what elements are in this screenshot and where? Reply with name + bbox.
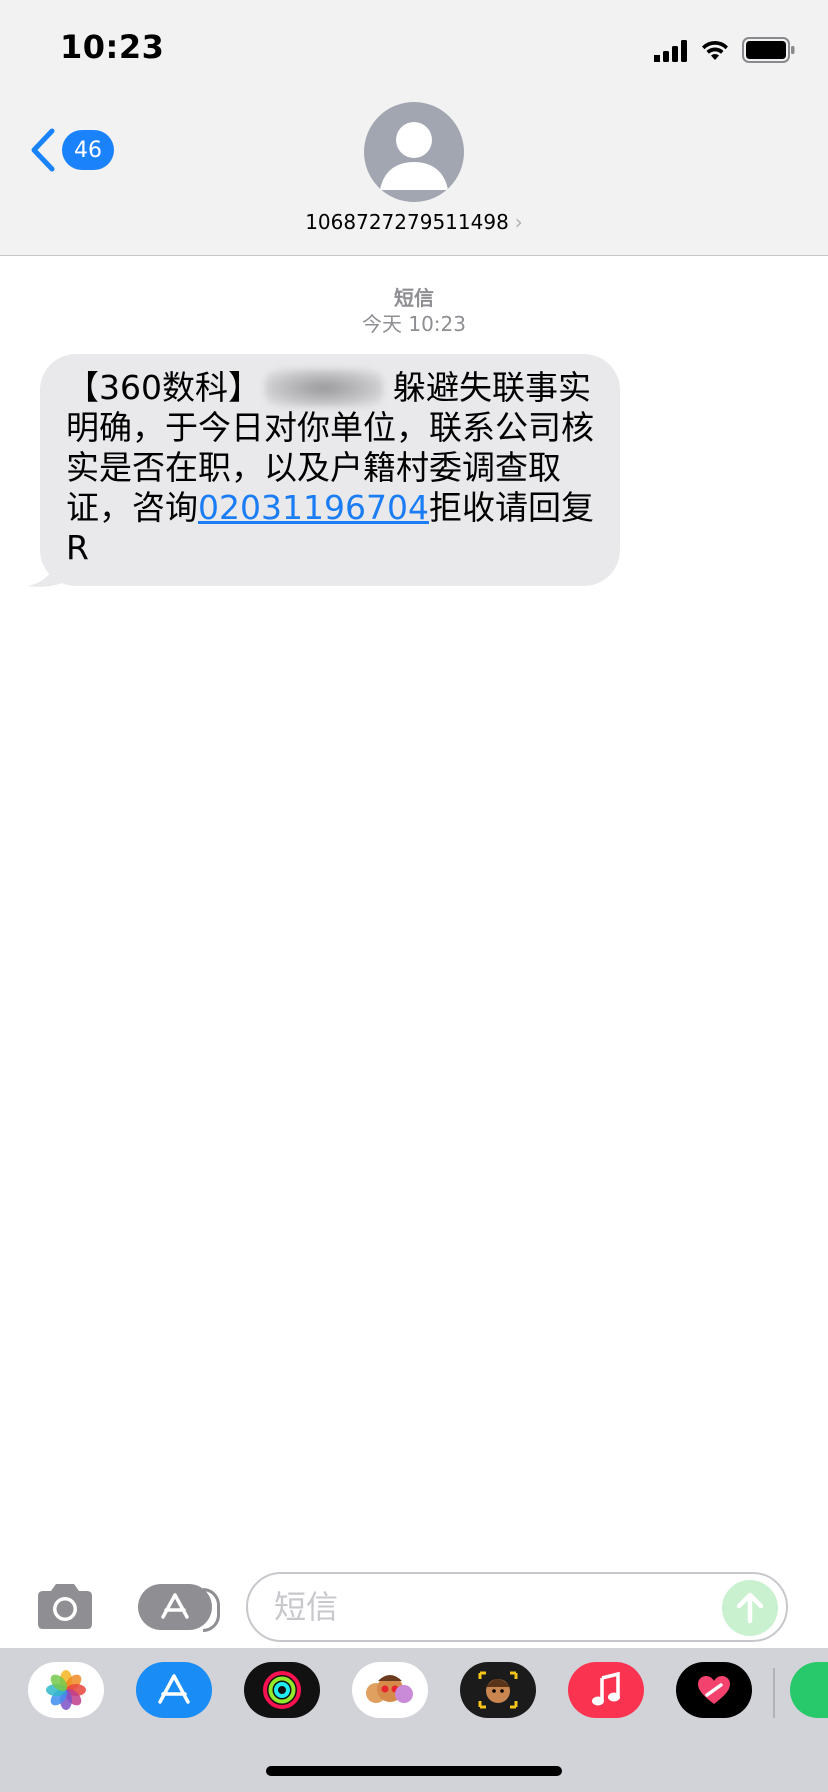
send-button[interactable]: [722, 1580, 778, 1636]
back-button[interactable]: 46: [30, 128, 114, 172]
messages-screen: 10:23 46 1068727279511498 › 短信 今天 10:23 …: [0, 0, 828, 1792]
apps-button[interactable]: [138, 1584, 220, 1632]
chevron-left-icon: [31, 128, 55, 172]
wifi-icon: [702, 40, 728, 60]
music-app-icon[interactable]: [568, 1662, 644, 1718]
phone-number-link[interactable]: 02031196704: [198, 488, 429, 527]
app-store-app-icon[interactable]: [136, 1662, 212, 1718]
status-icons: [654, 36, 796, 64]
drawer-divider: [773, 1668, 775, 1718]
message-sender-tag: 【360数科】: [66, 368, 261, 407]
status-time: 10:23: [60, 28, 165, 66]
photos-app-icon[interactable]: [28, 1662, 104, 1718]
compose-bar: [0, 1564, 828, 1646]
redacted-name: [265, 369, 383, 407]
unread-count-badge: 46: [62, 130, 114, 170]
partial-app-icon[interactable]: [790, 1662, 828, 1718]
conversation-header: 10:23 46 1068727279511498 ›: [0, 0, 828, 256]
arrow-up-icon: [736, 1592, 764, 1624]
animoji-app-icon[interactable]: [460, 1662, 536, 1718]
incoming-message-bubble[interactable]: 【360数科】 躲避失联事实明确，于今日对你单位，联系公司核实是否在职，以及户籍村…: [40, 354, 620, 586]
service-label: 短信: [394, 286, 434, 310]
cellular-signal-icon: [654, 40, 687, 62]
app-store-icon: [161, 1593, 189, 1619]
activity-app-icon[interactable]: [244, 1662, 320, 1718]
camera-icon[interactable]: [34, 1582, 96, 1632]
contact-avatar[interactable]: [364, 102, 464, 202]
contact-name-row[interactable]: 1068727279511498 ›: [0, 210, 828, 234]
battery-icon: [742, 37, 795, 63]
digital-touch-app-icon[interactable]: [676, 1662, 752, 1718]
contact-number: 1068727279511498: [305, 210, 509, 234]
person-icon: [380, 122, 448, 190]
message-input[interactable]: [246, 1572, 788, 1642]
home-indicator: [266, 1766, 562, 1776]
chevron-right-icon: ›: [514, 210, 523, 234]
memoji-stickers-app-icon[interactable]: [352, 1662, 428, 1718]
message-timestamp: 今天 10:23: [362, 312, 466, 336]
